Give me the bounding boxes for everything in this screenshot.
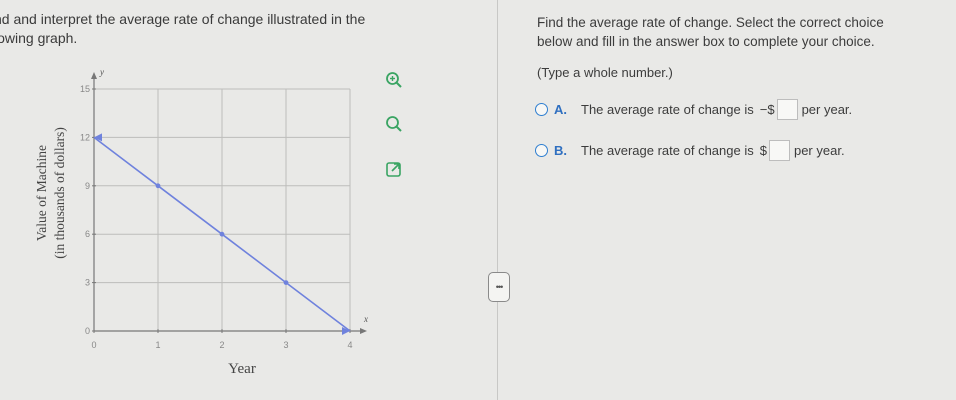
x-tick-label: 1 <box>155 340 160 350</box>
y-axis-subtitle: (in thousands of dollars) <box>52 127 67 259</box>
choice-b[interactable]: B. The average rate of change is $ per y… <box>535 140 845 161</box>
y-axis-arrow <box>91 72 97 79</box>
tick-labels: 036912150 1 2 3 4 <box>80 84 353 350</box>
magnifier-icon <box>386 116 402 132</box>
choice-b-letter: B. <box>554 143 567 158</box>
x-axis-title: Year <box>228 361 256 377</box>
choice-a-letter: A. <box>554 102 567 117</box>
y-tick-label: 9 <box>85 181 90 191</box>
question-instructions: Find the average rate of change. Select … <box>537 13 884 51</box>
line-graph: 036912150 1 2 3 4 Value of Machine (in thous… <box>34 67 368 377</box>
choice-a-radio[interactable] <box>535 103 548 116</box>
y-axis-title: Value of Machine <box>34 145 49 241</box>
grid <box>93 88 351 332</box>
pane-splitter-handle[interactable]: ••• <box>488 272 510 302</box>
zoom-in-button[interactable] <box>383 69 405 91</box>
splitter-glyph: ••• <box>495 282 504 292</box>
y-axis-letter: y <box>99 67 104 77</box>
choice-b-prefix: $ <box>759 143 767 158</box>
x-tick-label: 4 <box>347 340 352 350</box>
x-tick-label: 3 <box>283 340 288 350</box>
y-tick-label: 15 <box>80 84 90 94</box>
external-link-icon <box>386 162 401 177</box>
y-tick-label: 3 <box>85 278 90 288</box>
choice-b-text: The average rate of change is <box>581 143 754 158</box>
y-tick-label: 12 <box>80 132 90 142</box>
x-tick-label: 0 <box>91 340 96 350</box>
choice-b-radio[interactable] <box>535 144 548 157</box>
data-point <box>219 231 225 237</box>
pane-divider <box>497 0 498 400</box>
choice-a-text: The average rate of change is <box>581 102 754 117</box>
x-tick-label: 2 <box>219 340 224 350</box>
y-tick-label: 0 <box>85 326 90 336</box>
data-point <box>283 280 289 285</box>
x-axis-letter: x <box>363 314 368 324</box>
x-axis-arrow <box>360 328 367 334</box>
data-point <box>155 183 161 189</box>
y-tick-label: 6 <box>85 229 90 239</box>
choice-a-suffix: per year. <box>801 102 853 117</box>
choice-a[interactable]: A. The average rate of change is −$ per … <box>535 99 852 120</box>
choice-a-prefix: −$ <box>759 102 775 117</box>
choice-a-answer-box[interactable] <box>776 99 798 120</box>
zoom-out-button[interactable] <box>383 113 405 135</box>
answer-format-hint: (Type a whole number.) <box>537 65 673 80</box>
graph-pane: nd and interpret the average rate of cha… <box>0 0 485 400</box>
magnifier-plus-icon <box>386 72 402 88</box>
popout-button[interactable] <box>383 158 405 180</box>
choice-b-suffix: per year. <box>793 143 845 158</box>
axes <box>91 72 367 334</box>
question-line-1: Find the average rate of change. Select … <box>537 15 884 30</box>
choice-b-answer-box[interactable] <box>768 140 790 161</box>
question-pane: Find the average rate of change. Select … <box>515 0 956 400</box>
question-line-2: below and fill in the answer box to comp… <box>537 34 875 49</box>
